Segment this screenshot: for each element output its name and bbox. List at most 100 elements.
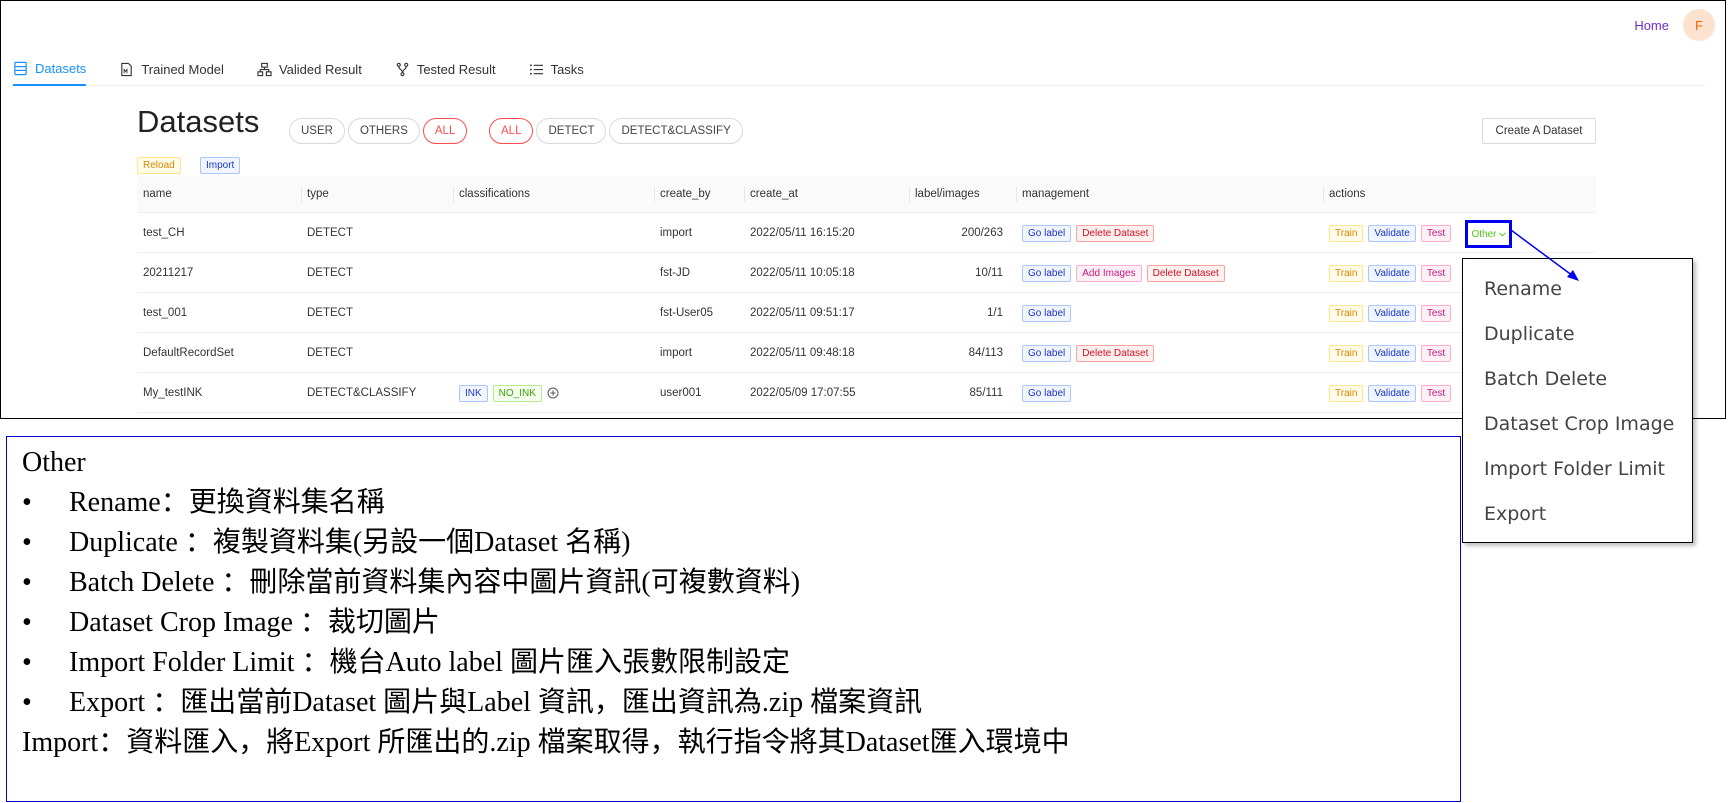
notes-bullet: • Export ：匯出當前Dataset 圖片與Label 資訊，匯出資訊為.z…: [22, 683, 1460, 723]
cell-create-by: fst-User05: [660, 307, 714, 319]
tab-trained-model[interactable]: Trained Model: [119, 53, 224, 86]
menu-item-dataset-crop-image[interactable]: Dataset Crop Image: [1463, 402, 1692, 447]
tab-datasets[interactable]: Datasets: [13, 53, 87, 86]
cell-classifications: [453, 293, 459, 333]
cell-management: Go label Delete Dataset: [1016, 333, 1155, 373]
column-header-type: type: [301, 176, 329, 213]
notes-bullet: • Import Folder Limit ：機台Auto label 圖片匯入張…: [22, 643, 1460, 683]
reload-button[interactable]: Reload: [137, 157, 181, 174]
chevron-down-icon: [1498, 229, 1506, 240]
cell-classifications: [453, 333, 459, 373]
filter-all-users[interactable]: ALL: [422, 118, 468, 144]
callout-arrow: [1511, 230, 1579, 281]
page-title: Datasets: [137, 104, 260, 139]
cell-create-at: 2022/05/11 16:15:20: [750, 227, 855, 239]
column-header-create-at: create_at: [744, 176, 798, 213]
other-dropdown-button[interactable]: Other: [1465, 220, 1512, 248]
test-button[interactable]: Test: [1420, 264, 1452, 282]
list-icon: [529, 62, 544, 77]
cell-label-images: 84/113: [968, 347, 1003, 359]
train-button[interactable]: Train: [1329, 264, 1364, 282]
create-dataset-button[interactable]: Create A Dataset: [1482, 118, 1596, 144]
go-label-button[interactable]: Go label: [1022, 264, 1072, 282]
tab-valided-result[interactable]: Valided Result: [257, 53, 362, 86]
other-dropdown-menu: Rename Duplicate Batch Delete Dataset Cr…: [1462, 258, 1693, 543]
other-button-label: Other: [1471, 228, 1497, 240]
notes-title: Other: [22, 447, 86, 478]
home-link[interactable]: Home: [1634, 18, 1669, 33]
filter-detect-classify[interactable]: DETECT&CLASSIFY: [609, 118, 743, 144]
notes-bullet: • Dataset Crop Image ：裁切圖片: [22, 603, 1460, 643]
column-header-classifications: classifications: [453, 176, 530, 213]
test-button[interactable]: Test: [1420, 384, 1452, 402]
cell-label-images: 1/1: [987, 307, 1003, 319]
delete-dataset-button[interactable]: Delete Dataset: [1146, 264, 1225, 282]
sitemap-icon: [257, 62, 272, 77]
tab-label: Trained Model: [141, 62, 224, 77]
tab-tested-result[interactable]: Tested Result: [395, 53, 496, 86]
cell-create-at: 2022/05/11 09:48:18: [750, 347, 855, 359]
top-bar: Home F: [1634, 9, 1715, 41]
tab-tasks[interactable]: Tasks: [529, 53, 584, 86]
menu-item-export[interactable]: Export: [1463, 492, 1692, 537]
menu-item-import-folder-limit[interactable]: Import Folder Limit: [1463, 447, 1692, 492]
cell-label-images: 85/111: [969, 387, 1003, 399]
delete-dataset-button[interactable]: Delete Dataset: [1076, 344, 1155, 362]
filter-detect[interactable]: DETECT: [536, 118, 607, 144]
validate-button[interactable]: Validate: [1368, 224, 1416, 242]
cell-create-at: 2022/05/11 10:05:18: [750, 267, 855, 279]
validate-button[interactable]: Validate: [1368, 264, 1416, 282]
notes-bullet-text: Export ：匯出當前Dataset 圖片與Label 資訊，匯出資訊為.zi…: [69, 687, 923, 718]
column-header-name: name: [143, 188, 172, 200]
tab-label: Tested Result: [416, 62, 496, 77]
cell-name: My_testINK: [143, 387, 203, 399]
notes-footer: Import：資料匯入，將Export 所匯出的.zip 檔案取得，執行指令將其…: [22, 727, 1070, 758]
class-tag-ink: INK: [459, 384, 488, 402]
go-label-button[interactable]: Go label: [1022, 384, 1072, 402]
filter-others[interactable]: OTHERS: [347, 118, 420, 144]
menu-item-duplicate[interactable]: Duplicate: [1463, 312, 1692, 357]
add-class-icon[interactable]: [547, 387, 559, 399]
delete-dataset-button[interactable]: Delete Dataset: [1076, 224, 1155, 242]
go-label-button[interactable]: Go label: [1022, 344, 1072, 362]
cell-type: DETECT: [307, 307, 353, 319]
cell-management: Go label: [1016, 373, 1072, 413]
validate-button[interactable]: Validate: [1368, 304, 1416, 322]
notes-bullet-text: Duplicate ：複製資料集(另設一個Dataset 名稱): [69, 527, 631, 558]
cell-type: DETECT: [307, 267, 353, 279]
cell-create-at: 2022/05/11 09:51:17: [750, 307, 855, 319]
filter-all-types[interactable]: ALL: [489, 118, 534, 144]
train-button[interactable]: Train: [1329, 344, 1364, 362]
train-button[interactable]: Train: [1329, 384, 1364, 402]
go-label-button[interactable]: Go label: [1022, 304, 1072, 322]
cell-management: Go label: [1016, 293, 1072, 333]
notes-bullet-text: Import Folder Limit ：機台Auto label 圖片匯入張數…: [69, 647, 790, 678]
column-header-actions: actions: [1323, 176, 1365, 213]
test-button[interactable]: Test: [1420, 304, 1452, 322]
table-row: test_CH DETECT import 2022/05/11 16:15:20 20…: [137, 213, 1596, 253]
notes-bullet-text: Batch Delete ：刪除當前資料集內容中圖片資訊(可複數資料): [69, 567, 801, 598]
train-button[interactable]: Train: [1329, 304, 1364, 322]
tab-label: Datasets: [35, 61, 87, 76]
notes-box: Other • Rename：更換資料集名稱 • Duplicate ：複製資料集(…: [6, 436, 1461, 802]
cell-management: Go label Delete Dataset: [1016, 213, 1155, 253]
test-button[interactable]: Test: [1420, 344, 1452, 362]
cell-classifications: [453, 253, 459, 293]
type-filter-group: ALL DETECT DETECT&CLASSIFY: [489, 118, 743, 144]
filter-user[interactable]: USER: [289, 118, 345, 144]
tab-label: Tasks: [550, 62, 584, 77]
validate-button[interactable]: Validate: [1368, 344, 1416, 362]
menu-item-batch-delete[interactable]: Batch Delete: [1463, 357, 1692, 402]
cell-create-by: fst-JD: [660, 267, 691, 279]
avatar[interactable]: F: [1683, 9, 1715, 41]
add-images-button[interactable]: Add Images: [1076, 264, 1142, 282]
table-header: name type classifications create_by crea…: [137, 176, 1596, 213]
branch-icon: [395, 62, 410, 77]
cell-name: 20211217: [143, 267, 194, 279]
test-button[interactable]: Test: [1420, 224, 1452, 242]
import-button[interactable]: Import: [200, 157, 241, 174]
train-button[interactable]: Train: [1329, 224, 1364, 242]
validate-button[interactable]: Validate: [1368, 384, 1416, 402]
go-label-button[interactable]: Go label: [1022, 224, 1072, 242]
cell-create-by: import: [660, 347, 692, 359]
